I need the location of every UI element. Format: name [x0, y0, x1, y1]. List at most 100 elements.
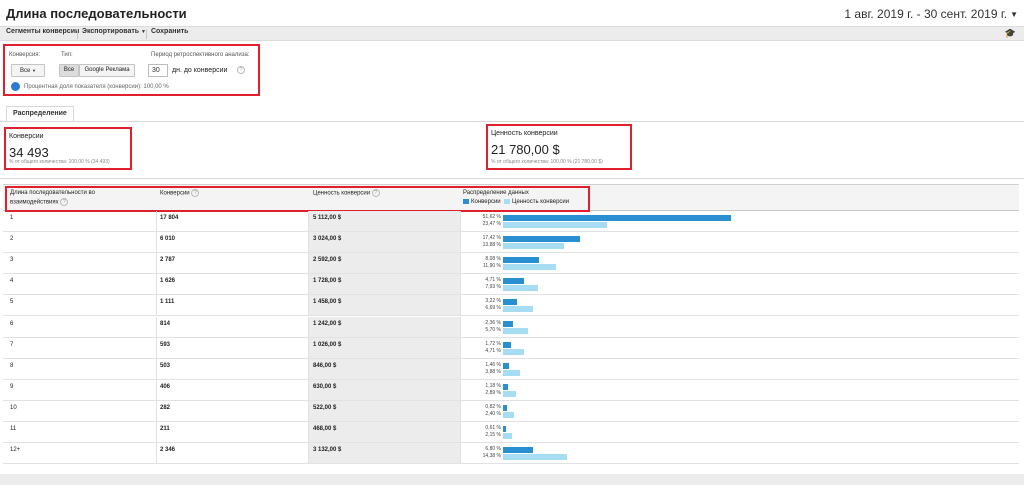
value-column-shade — [308, 422, 460, 442]
conversions-share-bar — [503, 236, 580, 243]
distribution-percentages: 8,08 % 11,90 % — [481, 256, 501, 270]
column-divider — [156, 379, 157, 400]
conversions-share-bar — [503, 257, 539, 264]
chevron-down-icon: ▼ — [32, 68, 36, 73]
value-cell: 2 592,00 $ — [313, 257, 342, 264]
bottom-scroll-area — [0, 474, 1024, 485]
distribution-percentages: 0,61 % 2,15 % — [481, 425, 501, 439]
conversions-metric-label: Конверсии — [9, 133, 44, 140]
conversion-dropdown[interactable]: Все ▼ — [11, 64, 45, 77]
column-divider — [156, 253, 157, 274]
table-row: 5 1 111 1 458,00 $ 3,22 % 6,69 % — [3, 295, 1019, 317]
conversions-cell: 211 — [160, 426, 170, 432]
distribution-percentages: 1,46 % 3,88 % — [481, 362, 501, 376]
distribution-percentages: 4,71 % 7,93 % — [481, 277, 501, 291]
distribution-percentages: 3,22 % 6,69 % — [481, 298, 501, 312]
distribution-percentages: 51,62 % 23,47 % — [481, 214, 501, 228]
value-share-bar — [503, 390, 516, 397]
column-divider — [460, 422, 461, 442]
value-cell: 630,00 $ — [313, 383, 337, 390]
value-metric-sub: % от общего количества: 100,00 % (21 780… — [491, 159, 603, 165]
conversions-share-bar — [503, 383, 509, 390]
conversions-cell: 814 — [160, 320, 171, 327]
report-header: Длина последовательности 1 авг. 2019 г. … — [0, 0, 1024, 26]
value-percent: 7,93 % — [485, 284, 501, 291]
value-metric-value: 21 780,00 $ — [491, 142, 560, 157]
value-cell: 468,00 $ — [313, 426, 337, 432]
export-button[interactable]: Экспортировать ▼ — [82, 28, 146, 35]
table-row: 7 593 1 026,00 $ 1,72 % 4,71 % — [3, 337, 1019, 359]
distribution-percentages: 1,18 % 2,89 % — [481, 383, 501, 397]
distribution-percentages: 2,36 % 5,70 % — [481, 320, 501, 334]
conversions-cell: 2 787 — [160, 257, 176, 264]
column-divider — [308, 232, 309, 253]
segments-button[interactable]: Сегменты конверсии — [6, 28, 79, 35]
column-divider — [156, 400, 157, 421]
column-divider — [156, 211, 157, 231]
conversions-share-bar — [503, 362, 510, 369]
path-length-cell: 1 — [10, 215, 14, 221]
conversions-metric-sub: % от общего количества: 100,00 % (34 493… — [9, 159, 110, 165]
conversions-cell: 593 — [160, 341, 171, 348]
path-length-cell: 11 — [10, 426, 17, 432]
type-all-button[interactable]: Все — [59, 64, 79, 77]
value-cell: 522,00 $ — [313, 404, 337, 411]
value-share-bar — [503, 369, 521, 376]
value-share-bar — [503, 454, 567, 461]
conversion-dropdown-value: Все — [20, 68, 31, 74]
export-label: Экспортировать — [82, 28, 140, 35]
value-cell: 5 112,00 $ — [313, 215, 342, 221]
distribution-percentages: 1,72 % 4,71 % — [481, 341, 501, 355]
distribution-percentages: 0,82 % 2,40 % — [481, 404, 501, 418]
help-icon[interactable]: ? — [237, 66, 245, 74]
value-percent: 6,69 % — [485, 305, 501, 312]
value-percent: 23,47 % — [482, 221, 501, 227]
toolbar-divider — [77, 29, 78, 39]
distribution-percentages: 17,42 % 13,88 % — [481, 235, 501, 249]
value-metric-card: Ценность конверсии 21 780,00 $ % от обще… — [486, 124, 632, 170]
table-row: 10 282 522,00 $ 0,82 % 2,40 % — [3, 400, 1019, 422]
table-row: 6 814 1 242,00 $ 2,36 % 5,70 % — [3, 316, 1019, 338]
value-percent: 2,89 % — [485, 389, 501, 396]
table-row: 2 6 010 3 024,00 $ 17,42 % 13,88 % — [3, 232, 1019, 254]
graduation-cap-icon[interactable]: 🎓 — [1005, 28, 1016, 39]
lookback-days-input[interactable]: 30 — [148, 64, 168, 77]
header-highlight-box — [5, 186, 590, 212]
path-length-cell: 2 — [10, 236, 14, 243]
column-divider — [460, 211, 461, 231]
conversions-share-bar — [503, 341, 511, 348]
column-divider — [156, 422, 157, 442]
date-range-picker[interactable]: 1 авг. 2019 г. - 30 сент. 2019 г. ▼ — [844, 7, 1018, 21]
value-share-bar — [503, 306, 533, 313]
conversions-percent: 6,80 % — [485, 446, 501, 453]
column-divider — [460, 443, 461, 464]
value-percent: 4,71 % — [485, 347, 501, 354]
conversions-percent: 4,71 % — [485, 277, 501, 284]
conversions-share-bar — [503, 447, 534, 454]
column-divider — [156, 295, 157, 316]
column-divider — [156, 337, 157, 358]
value-percent: 14,38 % — [482, 453, 501, 460]
save-button[interactable]: Сохранить — [151, 28, 188, 35]
conversions-percent: 8,08 % — [485, 256, 501, 263]
column-divider — [460, 232, 461, 253]
conversions-metric-card: Конверсии 34 493 % от общего количества:… — [4, 127, 132, 170]
column-divider — [156, 274, 157, 295]
value-share-bar — [503, 285, 539, 292]
value-column-shade — [308, 379, 460, 400]
value-column-shade — [308, 274, 460, 295]
tab-distribution[interactable]: Распределение — [6, 106, 74, 121]
value-column-shade — [308, 316, 460, 337]
column-divider — [460, 295, 461, 316]
toolbar-divider — [146, 29, 147, 39]
value-percent: 3,88 % — [485, 368, 501, 375]
conversions-percent: 1,46 % — [485, 361, 501, 368]
table-row: 3 2 787 2 592,00 $ 8,08 % 11,90 % — [3, 253, 1019, 275]
column-divider — [156, 232, 157, 253]
value-column-shade — [308, 443, 460, 464]
tab-divider — [0, 121, 1024, 122]
page-title: Длина последовательности — [6, 6, 187, 21]
conversions-cell: 1 626 — [160, 278, 176, 285]
type-google-ads-button[interactable]: Google Реклама — [79, 64, 135, 77]
column-divider — [308, 295, 309, 316]
